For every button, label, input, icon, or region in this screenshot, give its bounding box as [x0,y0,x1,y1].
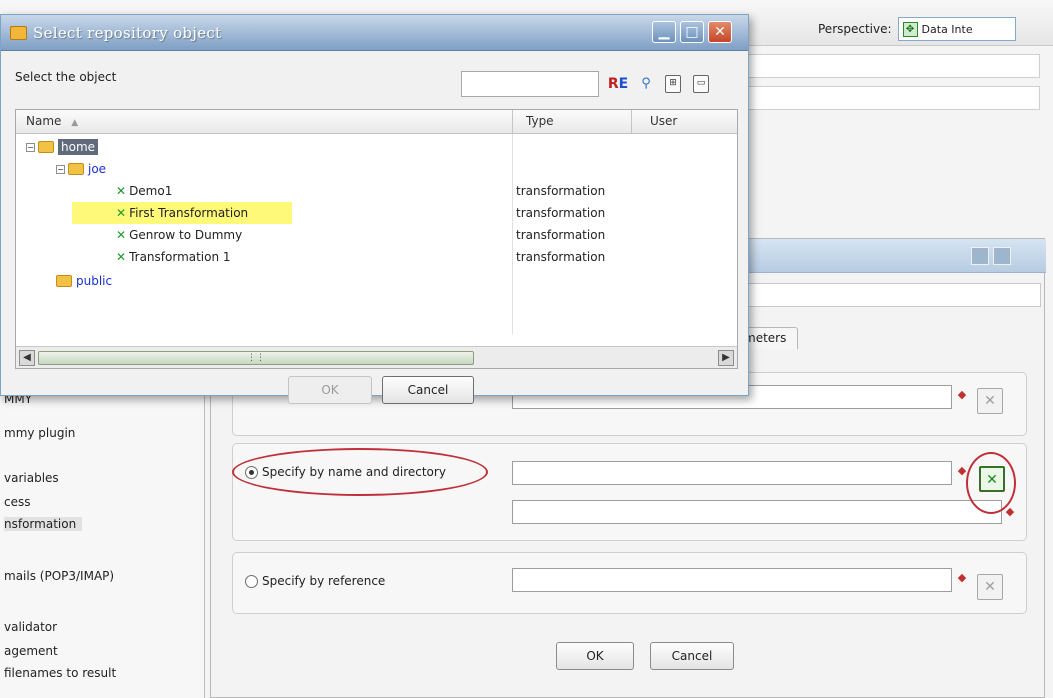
transformation-name-input[interactable] [512,461,952,485]
filter-input[interactable] [461,71,599,97]
type-cell: transformation [516,206,606,220]
minimize-button[interactable]: ▁ [652,21,676,43]
cancel-button[interactable]: Cancel [382,376,474,404]
collapse-icon[interactable]: ▭ [693,75,709,93]
dialog-titlebar: Select repository object ▁ □ ✕ [1,15,748,51]
perspective-label: Perspective: [818,22,892,36]
repository-icon [10,26,27,40]
type-cell: transformation [516,250,606,264]
repository-tree-table: Name ▲ Type User − home − joe ✕ Demo1 tr… [15,109,738,369]
app-field-2[interactable] [740,86,1040,110]
select-repository-dialog: Select repository object ▁ □ ✕ Select th… [0,14,749,404]
folder-label: joe [88,162,107,176]
palette-item[interactable]: agement [4,644,58,658]
type-cell: transformation [516,228,606,242]
column-divider [631,110,632,134]
annotation-ellipse [966,452,1016,514]
annotation-ellipse [232,448,488,496]
item-label: Demo1 [129,184,173,198]
item-label: First Transformation [129,206,249,220]
browse-filename-button[interactable]: ✕ [977,388,1003,414]
tree-header: Name ▲ Type User [16,110,737,134]
radio-button[interactable] [245,574,258,588]
app-field-1[interactable] [740,54,1040,78]
tree-row-transformation[interactable]: ✕ Transformation 1 [116,246,231,268]
radio-specify-reference[interactable]: Specify by reference [245,574,385,588]
transformation-icon: ✕ [116,228,126,242]
folder-label: home [58,139,99,155]
perspective-dropdown[interactable]: ✥ Data Inte [897,17,1016,41]
perspective-selector: Perspective: ✥ Data Inte [818,17,1016,41]
palette-item[interactable]: cess [4,495,30,509]
tree-row-transformation-selected[interactable]: ✕ First Transformation [72,202,292,224]
palette-item[interactable]: variables [4,471,59,485]
tree-row-home[interactable]: − home [26,136,99,158]
palette-item[interactable]: mails (POP3/IMAP) [4,569,114,583]
collapse-toggle-icon[interactable]: − [56,164,65,174]
palette-item[interactable]: mmy plugin [4,426,75,440]
close-button[interactable]: ✕ [708,21,732,43]
folder-icon [38,141,54,153]
horizontal-scrollbar[interactable]: ◀ ⋮⋮ ▶ [16,346,737,368]
tree-row-public[interactable]: public [56,270,112,292]
tree-row-joe[interactable]: − joe [56,158,106,180]
scrollbar-thumb[interactable]: ⋮⋮ [38,351,474,365]
maximize-button[interactable] [993,247,1011,265]
variable-icon: ◆ [957,388,967,401]
transformation-icon: ✕ [116,184,126,198]
column-divider [512,134,513,334]
reference-input[interactable] [512,568,952,592]
magnifier-icon[interactable]: ⚲ [637,75,655,93]
variable-icon: ◆ [957,571,967,584]
item-label: Transformation 1 [129,250,231,264]
column-user[interactable]: User [650,114,677,128]
scroll-right-icon[interactable]: ▶ [718,350,734,366]
folder-icon [68,163,84,175]
minimize-button[interactable] [971,247,989,265]
browse-reference-button[interactable]: ✕ [977,574,1003,600]
transformation-icon: ✕ [116,250,126,264]
palette-item[interactable]: validator [4,620,57,634]
column-name[interactable]: Name ▲ [26,114,78,128]
scroll-left-icon[interactable]: ◀ [19,350,35,366]
perspective-icon: ✥ [902,21,918,37]
expand-icon[interactable]: ⊞ [665,75,681,93]
type-cell: transformation [516,184,606,198]
tree-row-transformation[interactable]: ✕ Demo1 [116,180,172,202]
item-label: Genrow to Dummy [129,228,243,242]
column-divider [512,110,513,134]
column-type[interactable]: Type [526,114,554,128]
transformation-icon: ✕ [116,206,126,220]
job-cancel-button[interactable]: Cancel [650,642,734,670]
dialog-title: Select repository object [33,24,222,42]
maximize-button[interactable]: □ [680,21,704,43]
directory-input[interactable] [512,500,1002,524]
step-palette: MMY mmy plugin variables cess nsformatio… [0,380,205,698]
job-name-field[interactable] [736,283,1041,307]
folder-label: public [76,274,113,288]
select-object-label: Select the object [15,70,117,84]
ok-button[interactable]: OK [288,376,372,404]
radio-label: Specify by reference [262,574,386,588]
collapse-toggle-icon[interactable]: − [26,142,35,152]
job-ok-button[interactable]: OK [556,642,634,670]
palette-item-selected[interactable]: nsformation [4,517,83,531]
palette-item[interactable]: filenames to result [4,666,116,680]
tree-row-transformation[interactable]: ✕ Genrow to Dummy [116,224,242,246]
folder-icon [56,275,72,287]
regex-icon[interactable]: RE [605,75,631,93]
perspective-value: Data Inte [921,22,973,36]
sort-icon: ▲ [71,118,79,128]
